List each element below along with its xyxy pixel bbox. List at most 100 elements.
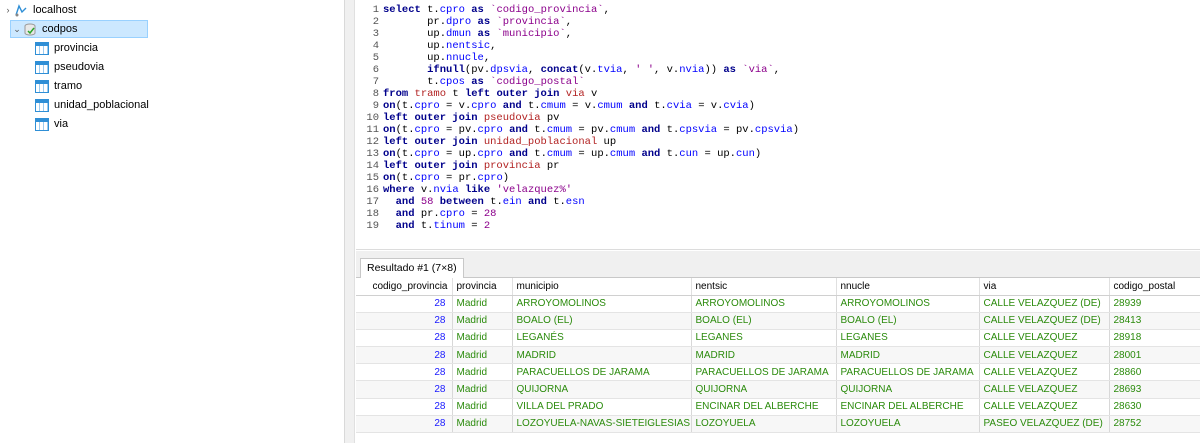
- table-cell[interactable]: ARROYOMOLINOS: [836, 295, 980, 313]
- tree-node-table[interactable]: unidad_poblacional: [35, 96, 149, 114]
- table-cell[interactable]: 28: [356, 295, 453, 313]
- code-line[interactable]: 16 where v. nvia like 'velazquez%': [356, 184, 572, 196]
- table-cell[interactable]: 28752: [1109, 415, 1200, 434]
- table-cell[interactable]: QUIJORNA: [512, 380, 692, 399]
- table-cell[interactable]: 28: [356, 312, 453, 330]
- code-line[interactable]: 7 t. cpos as `codigo_postal`: [356, 76, 585, 88]
- result-grid[interactable]: codigo_provincia provincia municipio nentsi…: [356, 278, 1200, 443]
- table-cell[interactable]: LOZOYUELA-NAVAS-SIETEIGLESIAS: [512, 415, 692, 434]
- table-cell[interactable]: CALLE VELAZQUEZ: [979, 363, 1110, 382]
- table-cell[interactable]: ENCINAR DEL ALBERCHE: [691, 398, 837, 416]
- table-cell[interactable]: Madrid: [452, 398, 513, 416]
- chevron-right-icon[interactable]: ›: [2, 5, 14, 15]
- table-cell[interactable]: 28: [356, 415, 453, 434]
- column-header-municipio[interactable]: municipio: [512, 278, 692, 296]
- table-row[interactable]: 28 Madrid LEGANÉS LEGANES LEGANES CALLE VELAZ…: [356, 329, 1200, 348]
- table-cell[interactable]: PARACUELLOS DE JARAMA: [836, 363, 980, 382]
- code-line[interactable]: 10 left outer join pseudovia pv: [356, 112, 559, 124]
- column-header-via[interactable]: via: [979, 278, 1110, 296]
- code-line[interactable]: 4 up. nentsic,: [356, 40, 497, 52]
- table-cell[interactable]: LOZOYUELA: [691, 415, 837, 434]
- table-cell[interactable]: 28001: [1109, 346, 1200, 365]
- table-cell[interactable]: 28: [356, 329, 453, 348]
- code-line[interactable]: 2 pr. dpro as `provincia`,: [356, 16, 572, 28]
- table-cell[interactable]: BOALO (EL): [836, 312, 980, 330]
- table-cell[interactable]: MADRID: [836, 346, 980, 365]
- column-header-provincia[interactable]: provincia: [452, 278, 513, 296]
- code-line[interactable]: 6 ifnull (pv. dpsvia, concat (v. tvia, ' ', …: [356, 64, 780, 76]
- table-cell[interactable]: CALLE VELAZQUEZ: [979, 329, 1110, 348]
- code-line[interactable]: 17 and 58 between t. ein and t. esn: [356, 196, 584, 208]
- table-cell[interactable]: LEGANÉS: [512, 329, 692, 348]
- code-line[interactable]: 9 on (t. cpro = v. cpro and t. cmum = v. cmum …: [356, 100, 755, 112]
- code-line[interactable]: 14 left outer join provincia pr: [356, 160, 559, 172]
- code-line[interactable]: 8 from tramo t left outer join via v: [356, 88, 598, 100]
- chevron-down-icon[interactable]: ⌄: [11, 24, 23, 35]
- code-line[interactable]: 12 left outer join unidad_poblacional up: [356, 136, 616, 148]
- table-cell[interactable]: QUIJORNA: [691, 380, 837, 399]
- table-cell[interactable]: PASEO VELAZQUEZ (DE): [979, 415, 1110, 434]
- tree-node-table[interactable]: pseudovia: [35, 58, 104, 76]
- table-cell[interactable]: VILLA DEL PRADO: [512, 398, 692, 416]
- tree-node-table[interactable]: provincia: [35, 39, 98, 57]
- table-cell[interactable]: Madrid: [452, 380, 513, 399]
- table-row[interactable]: 28 Madrid PARACUELLOS DE JARAMA PARACUELLOS…: [356, 363, 1200, 382]
- tree-node-codpos[interactable]: ⌄ codpos: [10, 20, 148, 38]
- column-header-nentsic[interactable]: nentsic: [691, 278, 837, 296]
- table-cell[interactable]: Madrid: [452, 312, 513, 330]
- column-header-nnucle[interactable]: nnucle: [836, 278, 980, 296]
- table-cell[interactable]: MADRID: [691, 346, 837, 365]
- table-cell[interactable]: CALLE VELAZQUEZ: [979, 380, 1110, 399]
- table-cell[interactable]: ENCINAR DEL ALBERCHE: [836, 398, 980, 416]
- table-row[interactable]: 28 Madrid MADRID MADRID MADRID CALLE VELAZQUE…: [356, 346, 1200, 365]
- code-line[interactable]: 11 on (t. cpro = pv. cpro and t. cmum = pv. cm…: [356, 124, 799, 136]
- code-line[interactable]: 19 and t. tinum = 2: [356, 220, 490, 232]
- code-line[interactable]: 13 on (t. cpro = up. cpro and t. cmum = up. cm…: [356, 148, 761, 160]
- table-cell[interactable]: 28918: [1109, 329, 1200, 348]
- table-cell[interactable]: CALLE VELAZQUEZ (DE): [979, 295, 1110, 313]
- table-cell[interactable]: 28: [356, 363, 453, 382]
- table-cell[interactable]: MADRID: [512, 346, 692, 365]
- code-line[interactable]: 15 on (t. cpro = pr. cpro): [356, 172, 509, 184]
- code-line[interactable]: 1 select t. cpro as `codigo_provincia`,: [356, 4, 610, 16]
- table-cell[interactable]: 28693: [1109, 380, 1200, 399]
- code-line[interactable]: 5 up. nnucle,: [356, 52, 490, 64]
- table-cell[interactable]: 28: [356, 380, 453, 399]
- column-header-codigo-postal[interactable]: codigo_postal: [1109, 278, 1200, 296]
- tree-node-table[interactable]: tramo: [35, 77, 82, 95]
- sql-editor[interactable]: 1 select t. cpro as `codigo_provincia`, 2 p…: [356, 0, 1200, 250]
- table-cell[interactable]: Madrid: [452, 346, 513, 365]
- table-cell[interactable]: 28939: [1109, 295, 1200, 313]
- table-cell[interactable]: CALLE VELAZQUEZ (DE): [979, 312, 1110, 330]
- tree-node-localhost[interactable]: › localhost: [2, 1, 76, 19]
- table-row[interactable]: 28 Madrid BOALO (EL) BOALO (EL) BOALO (EL) CA…: [356, 312, 1200, 330]
- table-cell[interactable]: 28: [356, 398, 453, 416]
- table-cell[interactable]: 28: [356, 346, 453, 365]
- table-cell[interactable]: CALLE VELAZQUEZ: [979, 398, 1110, 416]
- table-cell[interactable]: ARROYOMOLINOS: [512, 295, 692, 313]
- table-cell[interactable]: PARACUELLOS DE JARAMA: [691, 363, 837, 382]
- table-cell[interactable]: 28860: [1109, 363, 1200, 382]
- table-cell[interactable]: QUIJORNA: [836, 380, 980, 399]
- table-cell[interactable]: CALLE VELAZQUEZ: [979, 346, 1110, 365]
- table-cell[interactable]: Madrid: [452, 415, 513, 434]
- code-line[interactable]: 18 and pr. cpro = 28: [356, 208, 496, 220]
- tree-node-table[interactable]: via: [35, 115, 68, 133]
- table-cell[interactable]: LOZOYUELA: [836, 415, 980, 434]
- tab-result-1[interactable]: Resultado #1 (7×8): [360, 258, 464, 278]
- table-cell[interactable]: BOALO (EL): [512, 312, 692, 330]
- code-line[interactable]: 3 up. dmun as `municipio`,: [356, 28, 572, 40]
- table-row[interactable]: 28 Madrid VILLA DEL PRADO ENCINAR DEL ALBER…: [356, 398, 1200, 416]
- table-cell[interactable]: 28630: [1109, 398, 1200, 416]
- vertical-splitter[interactable]: [345, 0, 355, 443]
- table-cell[interactable]: Madrid: [452, 363, 513, 382]
- table-cell[interactable]: BOALO (EL): [691, 312, 837, 330]
- column-header-codigo-provincia[interactable]: codigo_provincia: [356, 278, 453, 296]
- table-row[interactable]: 28 Madrid ARROYOMOLINOS ARROYOMOLINOS ARROYO…: [356, 295, 1200, 313]
- table-cell[interactable]: LEGANES: [836, 329, 980, 348]
- table-cell[interactable]: ARROYOMOLINOS: [691, 295, 837, 313]
- table-cell[interactable]: Madrid: [452, 295, 513, 313]
- table-row[interactable]: 28 Madrid LOZOYUELA-NAVAS-SIETEIGLESIAS LOZ…: [356, 415, 1200, 434]
- table-cell[interactable]: PARACUELLOS DE JARAMA: [512, 363, 692, 382]
- table-cell[interactable]: LEGANES: [691, 329, 837, 348]
